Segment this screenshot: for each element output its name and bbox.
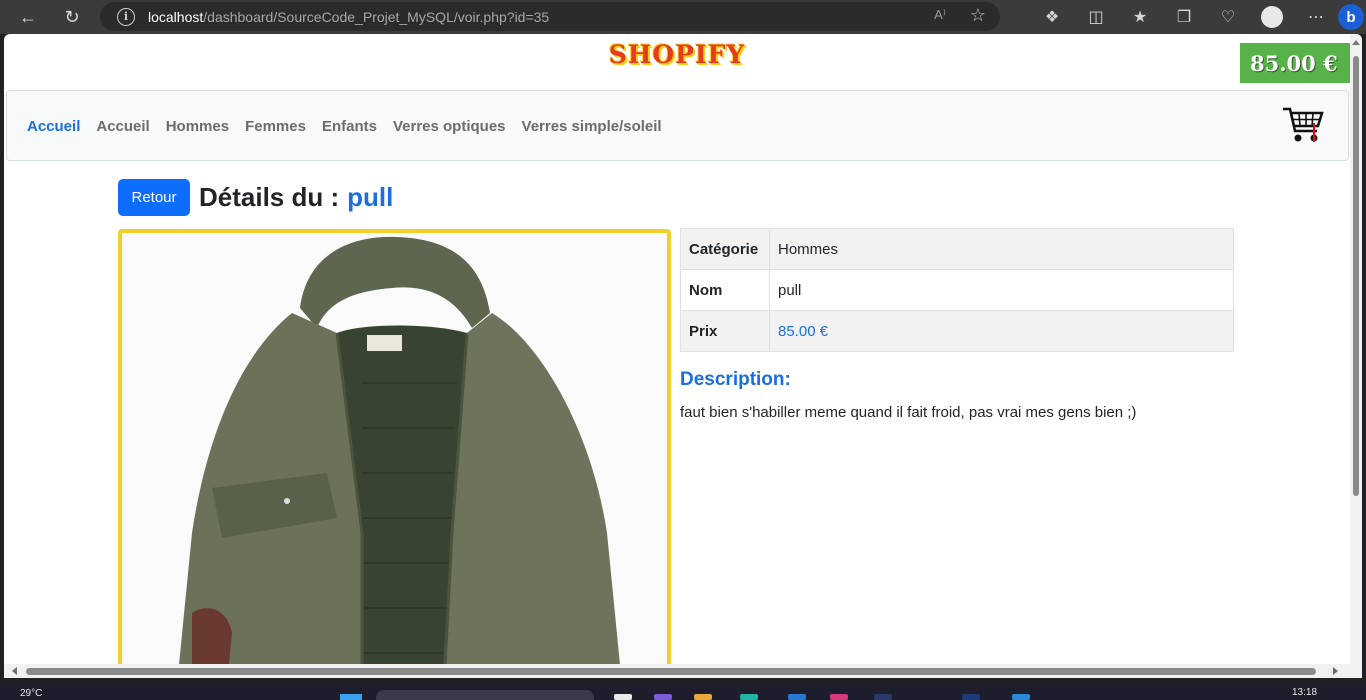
nav-item-accueil[interactable]: Accueil [96,118,149,135]
taskbar-app-icon[interactable] [1012,694,1030,700]
jacket-image [122,233,667,664]
extensions-icon[interactable]: ❖ [1030,0,1074,34]
weather-widget[interactable]: 29°C [20,688,42,699]
detail-label: Catégorie [680,228,770,270]
taskbar-app-icon[interactable] [740,694,758,700]
back-button[interactable]: Retour [118,179,190,216]
cart-total-badge: 85.00 € [1240,43,1356,83]
horizontal-scrollbar[interactable] [4,664,1362,678]
description-heading: Description: [680,369,791,390]
detail-label: Prix [680,310,770,352]
taskbar-app-icon[interactable] [962,694,980,700]
vertical-scrollbar[interactable] [1350,34,1362,664]
scroll-left-arrow-icon[interactable] [12,667,17,675]
site-info-icon[interactable]: i [117,7,135,26]
os-taskbar: 29°C 13:18 [0,684,1366,700]
read-aloud-icon[interactable]: A⁾ [934,7,946,23]
nav-item-accueil-brand[interactable]: Accueil [27,118,80,135]
detail-label: Nom [680,269,770,311]
browser-essentials-icon[interactable]: ♡ [1206,0,1250,34]
table-row: Catégorie Hommes [680,228,1234,270]
description-text: faut bien s'habiller meme quand il fait … [680,404,1137,421]
taskbar-app-icon[interactable] [654,694,672,700]
url-text[interactable]: localhost/dashboard/SourceCode_Projet_My… [148,9,549,25]
nav-item-femmes[interactable]: Femmes [245,118,306,135]
nav-item-enfants[interactable]: Enfants [322,118,377,135]
product-name-title: pull [347,182,394,212]
address-bar[interactable]: i localhost/dashboard/SourceCode_Projet_… [100,2,1000,31]
collections-icon[interactable]: ❐ [1162,0,1206,34]
detail-value: Hommes [769,228,1234,270]
title-prefix: Détails du : [199,182,340,212]
nav-item-verres-simple-soleil[interactable]: Verres simple/soleil [522,118,662,135]
taskbar-clock[interactable]: 13:18 [1292,687,1317,698]
detail-title-row: Retour Détails du : pull [118,179,393,216]
browser-toolbar: ← ↻ i localhost/dashboard/SourceCode_Pro… [0,0,1366,34]
brand-logo[interactable]: SHOPIFY [4,40,1350,69]
taskbar-app-icon[interactable] [874,694,892,700]
page-viewport: SHOPIFY 85.00 € Accueil Accueil Hommes F… [4,34,1362,664]
taskbar-app-icon[interactable] [788,694,806,700]
windows-start-icon[interactable] [340,694,362,700]
product-image [118,229,671,664]
detail-value: pull [769,269,1234,311]
favorites-icon[interactable]: ★ [1118,0,1162,34]
vertical-scroll-thumb[interactable] [1353,56,1359,496]
horizontal-scroll-thumb[interactable] [26,668,1316,675]
table-row: Prix 85.00 € [680,310,1234,352]
main-navbar: Accueil Accueil Hommes Femmes Enfants Ve… [6,90,1349,161]
split-screen-icon[interactable]: ◫ [1074,0,1118,34]
favorite-star-icon[interactable]: ☆ [970,5,986,26]
product-details-table: Catégorie Hommes Nom pull Prix 85.00 € [680,228,1234,352]
back-arrow-icon[interactable]: ← [11,2,45,32]
nav-item-hommes[interactable]: Hommes [166,118,229,135]
page-title: Détails du : pull [199,182,393,213]
detail-value-price: 85.00 € [769,310,1234,352]
taskbar-app-icon[interactable] [614,694,632,700]
copilot-icon[interactable]: b [1338,4,1364,30]
profile-button[interactable] [1250,0,1294,34]
taskbar-search[interactable] [376,690,594,700]
shopping-cart-icon[interactable] [1281,105,1325,145]
scroll-right-arrow-icon[interactable] [1333,667,1338,675]
more-menu-icon[interactable]: ⋯ [1294,0,1338,34]
profile-avatar-icon [1261,6,1283,28]
scroll-up-arrow-icon[interactable] [1352,40,1360,45]
reload-icon[interactable]: ↻ [55,2,89,32]
taskbar-app-icon[interactable] [830,694,848,700]
nav-item-verres-optiques[interactable]: Verres optiques [393,118,506,135]
table-row: Nom pull [680,269,1234,311]
nav-links: Accueil Accueil Hommes Femmes Enfants Ve… [27,118,662,135]
taskbar-app-icon[interactable] [694,694,712,700]
